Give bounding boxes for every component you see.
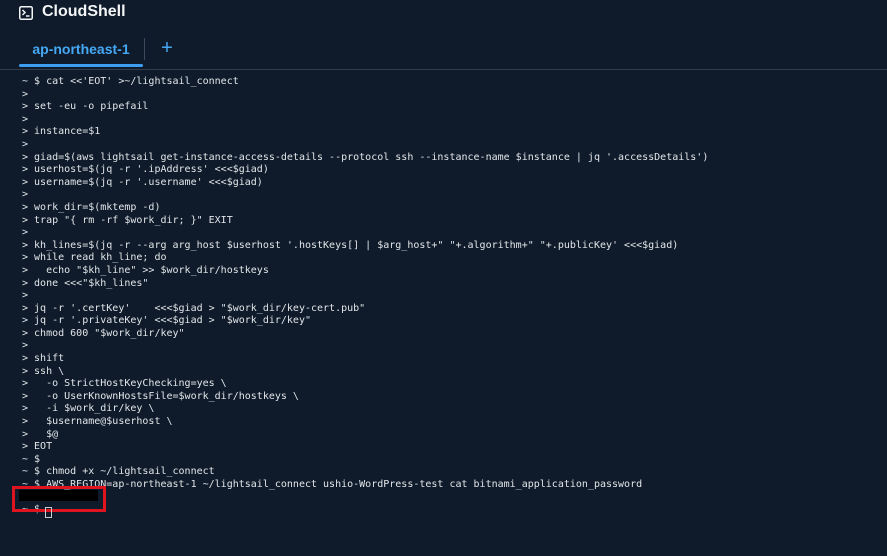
terminal-line: > giad=$(aws lightsail get-instance-acce… xyxy=(22,151,709,163)
terminal-line: > instance=$1 xyxy=(22,126,101,138)
terminal-line: > userhost=$(jq -r '.ipAddress' <<<$giad… xyxy=(22,164,269,176)
terminal-output[interactable]: ~ $ cat <<'EOT' >~/lightsail_connect > > s… xyxy=(22,76,882,517)
terminal-line: > xyxy=(22,189,29,201)
terminal-line: > username=$(jq -r '.username' <<<$giad) xyxy=(22,176,263,188)
terminal-line: > xyxy=(22,290,29,302)
header: CloudShell xyxy=(0,0,887,27)
terminal-prompt-icon xyxy=(19,6,33,20)
terminal-line: > shift xyxy=(22,353,65,365)
terminal-line: > xyxy=(22,227,29,239)
terminal-line: ~ $ cat <<'EOT' >~/lightsail_connect xyxy=(22,76,239,87)
terminal-line: ~ $ chmod +x ~/lightsail_connect xyxy=(22,466,215,478)
terminal-line: > done <<<"$kh_lines" xyxy=(22,277,149,289)
terminal-line: > xyxy=(22,340,29,352)
terminal-line: > ssh \ xyxy=(22,365,65,377)
terminal-line: > kh_lines=$(jq -r --arg arg_host $userh… xyxy=(22,239,679,251)
add-tab-button[interactable]: + xyxy=(157,36,177,60)
terminal-line: > EOT xyxy=(22,441,53,453)
terminal-line: ~ $ xyxy=(22,453,41,465)
terminal-line: ~ $ AWS_REGION=ap-northeast-1 ~/lightsai… xyxy=(22,479,643,490)
terminal-line: > xyxy=(22,88,29,100)
terminal-cursor xyxy=(45,507,52,518)
terminal-line: > $username@$userhost \ xyxy=(22,416,173,428)
tab-separator xyxy=(144,38,145,60)
terminal-line: > -i $work_dir/key \ xyxy=(22,403,155,415)
active-tab-indicator xyxy=(19,64,143,67)
terminal-line: > echo "$kh_line" >> $work_dir/hostkeys xyxy=(22,264,269,276)
highlight-box xyxy=(12,486,106,512)
terminal-line: > -o UserKnownHostsFile=$work_dir/hostke… xyxy=(22,390,299,402)
terminal-line: > set -eu -o pipefail xyxy=(22,101,149,113)
header-divider xyxy=(0,69,887,70)
terminal-line: > -o StrictHostKeyChecking=yes \ xyxy=(22,378,227,390)
app-title: CloudShell xyxy=(42,3,126,20)
terminal-line: > jq -r '.certKey' <<<$giad > "$work_dir… xyxy=(22,302,366,314)
terminal-line: > xyxy=(22,113,29,125)
terminal-line: > trap "{ rm -rf $work_dir; }" EXIT xyxy=(22,214,233,226)
terminal-line: > chmod 600 "$work_dir/key" xyxy=(22,327,185,339)
terminal-line: > work_dir=$(mktemp -d) xyxy=(22,201,161,213)
terminal-line: > while read kh_line; do xyxy=(22,252,167,264)
terminal-line: > jq -r '.privateKey' <<<$giad > "$work_… xyxy=(22,315,311,327)
tab-bar: ap-northeast-1 + xyxy=(0,34,887,70)
terminal-line: ~ $ xyxy=(22,504,47,516)
terminal-line: > $@ xyxy=(22,428,59,440)
terminal-line: > xyxy=(22,138,29,150)
tab-ap-northeast-1[interactable]: ap-northeast-1 xyxy=(19,34,143,64)
